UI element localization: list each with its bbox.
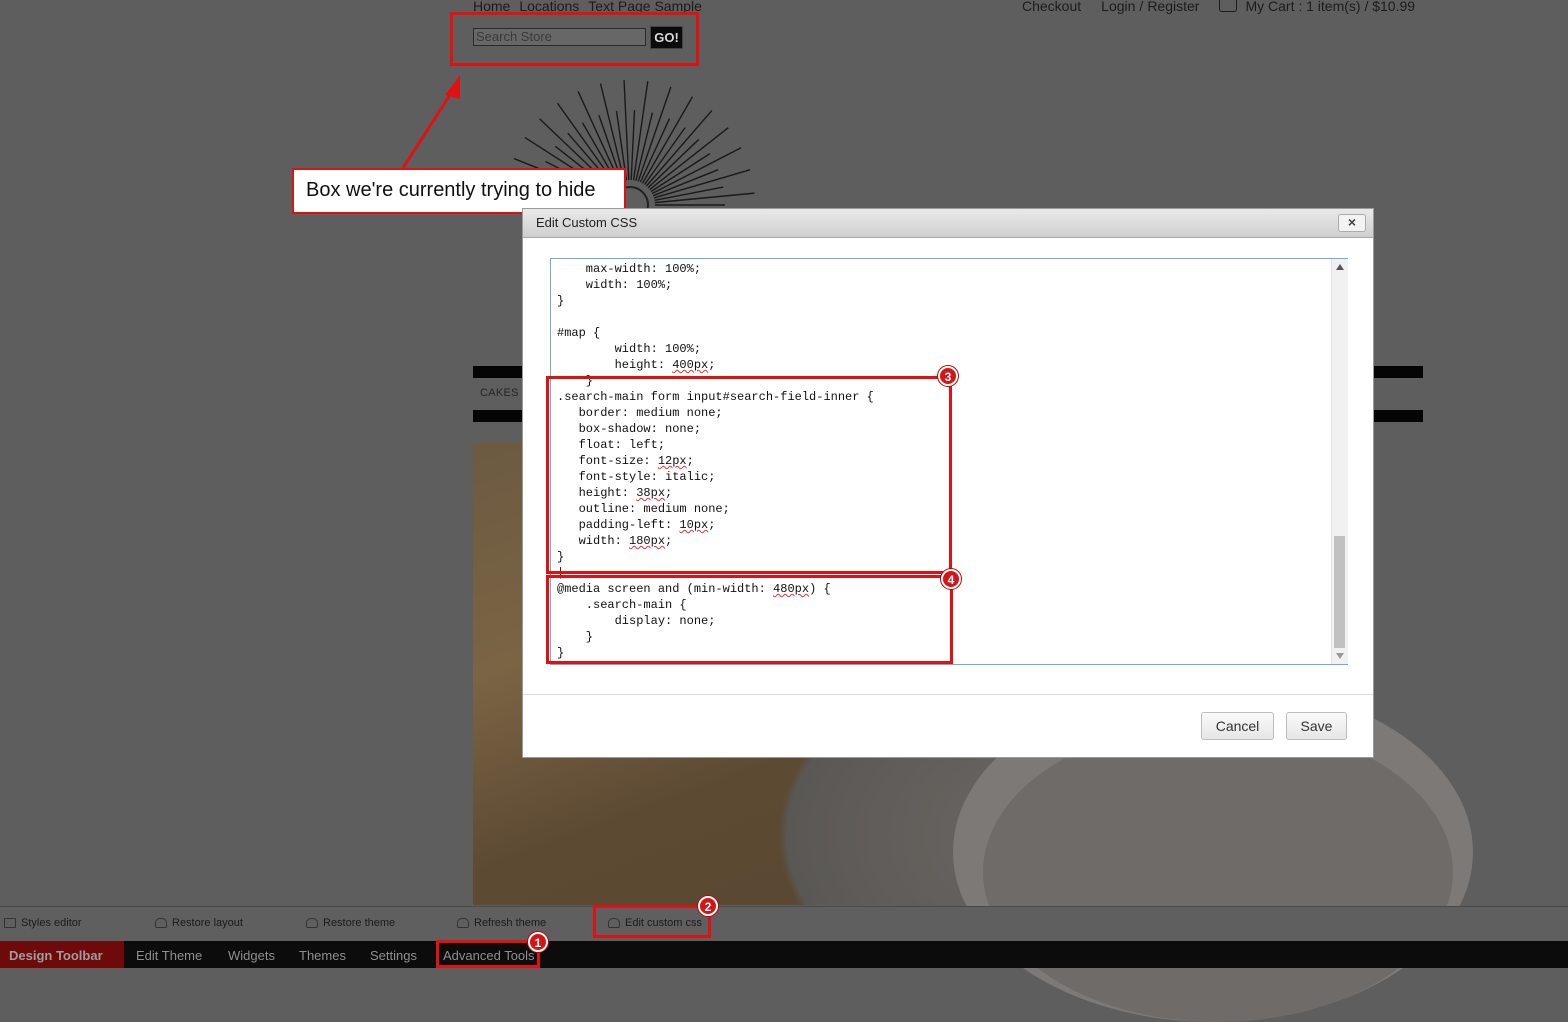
dialog-header: Edit Custom CSS × xyxy=(523,209,1373,238)
restore-layout-button[interactable]: Restore layout xyxy=(155,917,243,929)
styles-editor-icon xyxy=(4,918,16,928)
cancel-button[interactable]: Cancel xyxy=(1201,712,1274,740)
close-icon[interactable]: × xyxy=(1338,214,1366,232)
editor-scrollbar[interactable] xyxy=(1331,259,1348,664)
annotation-box-step-2 xyxy=(593,905,711,938)
tab-themes[interactable]: Themes xyxy=(299,948,346,963)
dialog-divider xyxy=(523,694,1373,695)
design-toolbar: Design Toolbar Edit Theme Widgets Themes… xyxy=(0,941,1568,968)
design-toolbar-title: Design Toolbar xyxy=(0,941,124,968)
tab-edit-theme[interactable]: Edit Theme xyxy=(136,948,202,963)
save-button[interactable]: Save xyxy=(1286,712,1347,740)
tab-widgets[interactable]: Widgets xyxy=(228,948,275,963)
register-link[interactable]: Register xyxy=(1147,0,1199,14)
step-badge-1: 1 xyxy=(528,932,548,952)
account-nav: Checkout Login / Register My Cart : 1 it… xyxy=(1022,0,1415,14)
styles-editor-button[interactable]: Styles editor xyxy=(4,917,82,929)
advanced-tools-toolbar: Styles editor Restore layout Restore the… xyxy=(0,906,1568,942)
restore-theme-button[interactable]: Restore theme xyxy=(306,917,395,929)
refresh-theme-button[interactable]: Refresh theme xyxy=(457,917,546,929)
annotation-box-step-1 xyxy=(436,940,540,968)
dialog-title: Edit Custom CSS xyxy=(536,215,638,230)
refresh-theme-icon xyxy=(457,918,469,928)
restore-layout-icon xyxy=(155,918,167,928)
tab-settings[interactable]: Settings xyxy=(370,948,417,963)
scroll-down-icon[interactable] xyxy=(1336,653,1344,659)
scroll-up-icon[interactable] xyxy=(1336,264,1344,270)
annotation-box-step-3 xyxy=(546,376,952,574)
cart-summary[interactable]: My Cart : 1 item(s) / $10.99 xyxy=(1245,0,1415,14)
hero-image-plate-inner xyxy=(983,722,1453,1022)
annotation-arrow xyxy=(401,75,460,169)
annotation-box-step-4 xyxy=(546,575,953,664)
step-badge-3: 3 xyxy=(938,366,958,386)
menu-item-cakes[interactable]: CAKES xyxy=(480,387,519,399)
step-badge-2: 2 xyxy=(698,896,718,916)
cart-icon[interactable] xyxy=(1219,0,1238,12)
restore-theme-icon xyxy=(306,918,318,928)
scrollbar-thumb[interactable] xyxy=(1334,536,1345,648)
step-badge-4: 4 xyxy=(941,569,961,589)
nav-separator: / xyxy=(1139,0,1144,14)
annotation-box-search xyxy=(450,12,699,66)
login-link[interactable]: Login xyxy=(1101,0,1135,14)
checkout-link[interactable]: Checkout xyxy=(1022,0,1081,14)
